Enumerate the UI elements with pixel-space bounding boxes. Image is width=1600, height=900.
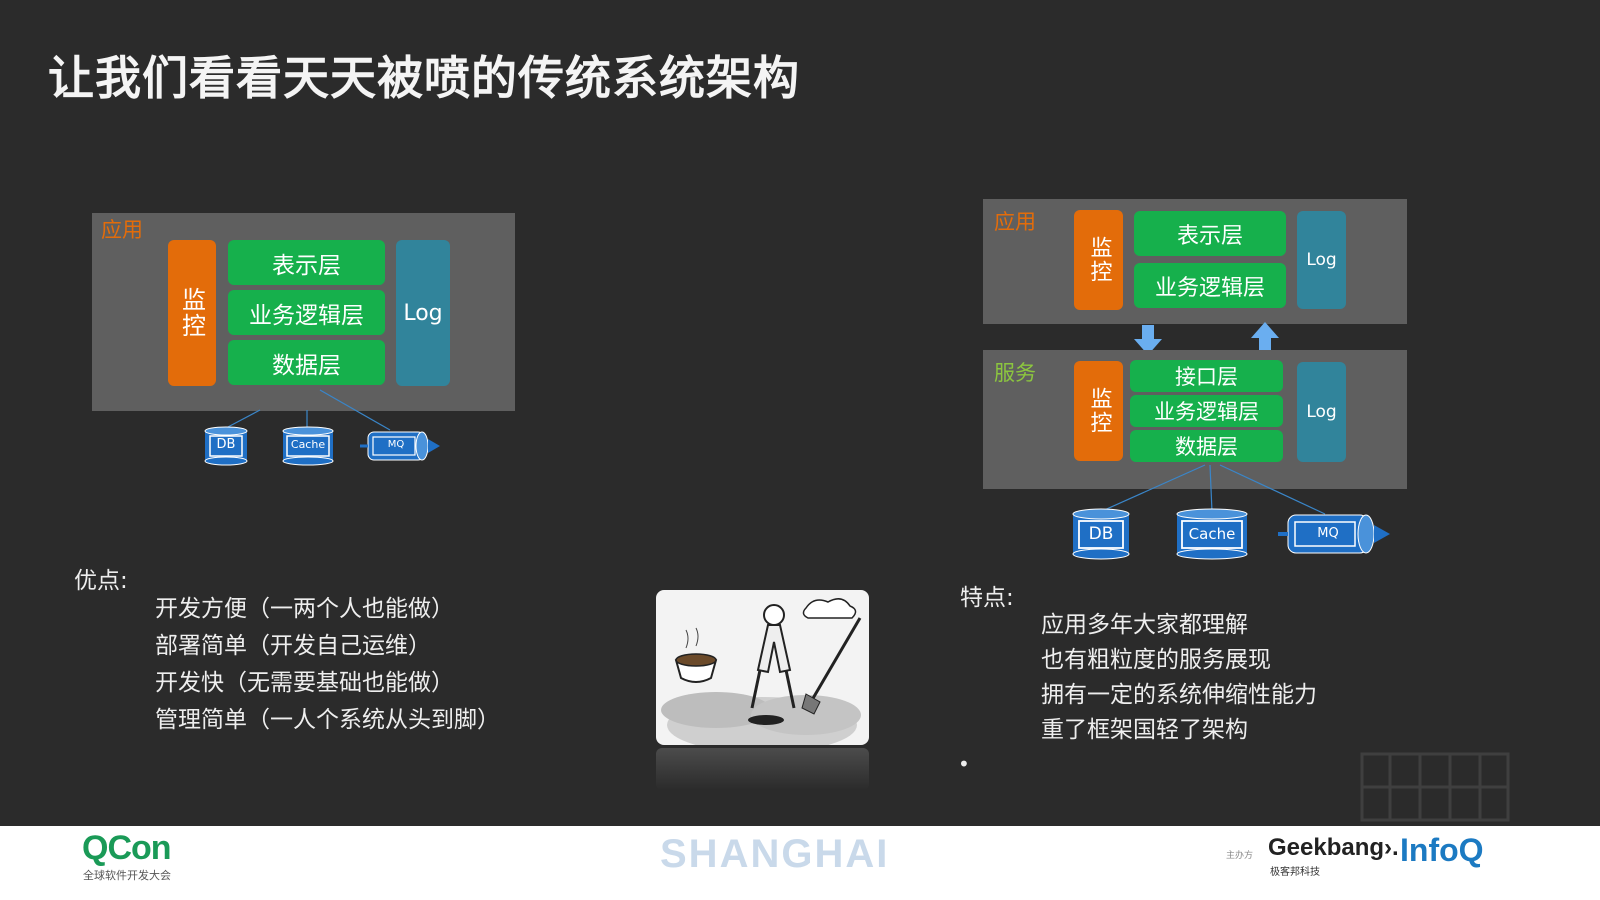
mq-icon: MQ <box>1278 513 1390 555</box>
footer-bar: QCon 全球软件开发大会 SHANGHAI 主办方 Geekbang›. 极客… <box>0 826 1600 900</box>
infoq-logo: InfoQ <box>1400 832 1484 868</box>
sponsor-label: 主办方 <box>1226 851 1254 861</box>
list-item: 重了框架国轻了架构 <box>1041 717 1248 743</box>
features-heading: 特点: <box>960 585 1014 611</box>
cartoon-illustration <box>661 598 862 745</box>
db-icon: DB <box>1072 508 1130 560</box>
qcon-logo: QCon <box>82 829 172 867</box>
city-label: SHANGHAI <box>660 832 890 876</box>
empty-bullet: • <box>958 752 970 776</box>
list-item: 部署简单（开发自己运维） <box>155 633 431 659</box>
cartoon-reflection <box>656 748 869 790</box>
watermark-grid <box>1360 752 1510 822</box>
mq-label: MQ <box>1317 526 1339 541</box>
list-item: 开发方便（一两个人也能做） <box>155 596 454 622</box>
pros-heading: 优点: <box>74 568 128 594</box>
db-label: DB <box>1088 524 1114 544</box>
features-list: 应用多年大家都理解 也有粗粒度的服务展现 拥有一定的系统伸缩性能力 重了框架国轻… <box>1041 608 1317 748</box>
cartoon-image <box>656 590 869 745</box>
geekbang-subtitle: 极客邦科技 <box>1270 867 1320 878</box>
geekbang-logo: Geekbang›. <box>1268 834 1399 861</box>
qcon-subtitle: 全球软件开发大会 <box>83 869 171 882</box>
list-item: 应用多年大家都理解 <box>1041 612 1248 638</box>
cache-icon: Cache <box>1176 508 1248 560</box>
pros-list: 开发方便（一两个人也能做） 部署简单（开发自己运维） 开发快（无需要基础也能做）… <box>155 591 500 739</box>
list-item: 也有粗粒度的服务展现 <box>1041 647 1271 673</box>
list-item: 开发快（无需要基础也能做） <box>155 670 454 696</box>
cache-label: Cache <box>1188 525 1236 543</box>
list-item: 管理简单（一人个系统从头到脚） <box>155 707 500 733</box>
list-item: 拥有一定的系统伸缩性能力 <box>1041 682 1317 708</box>
